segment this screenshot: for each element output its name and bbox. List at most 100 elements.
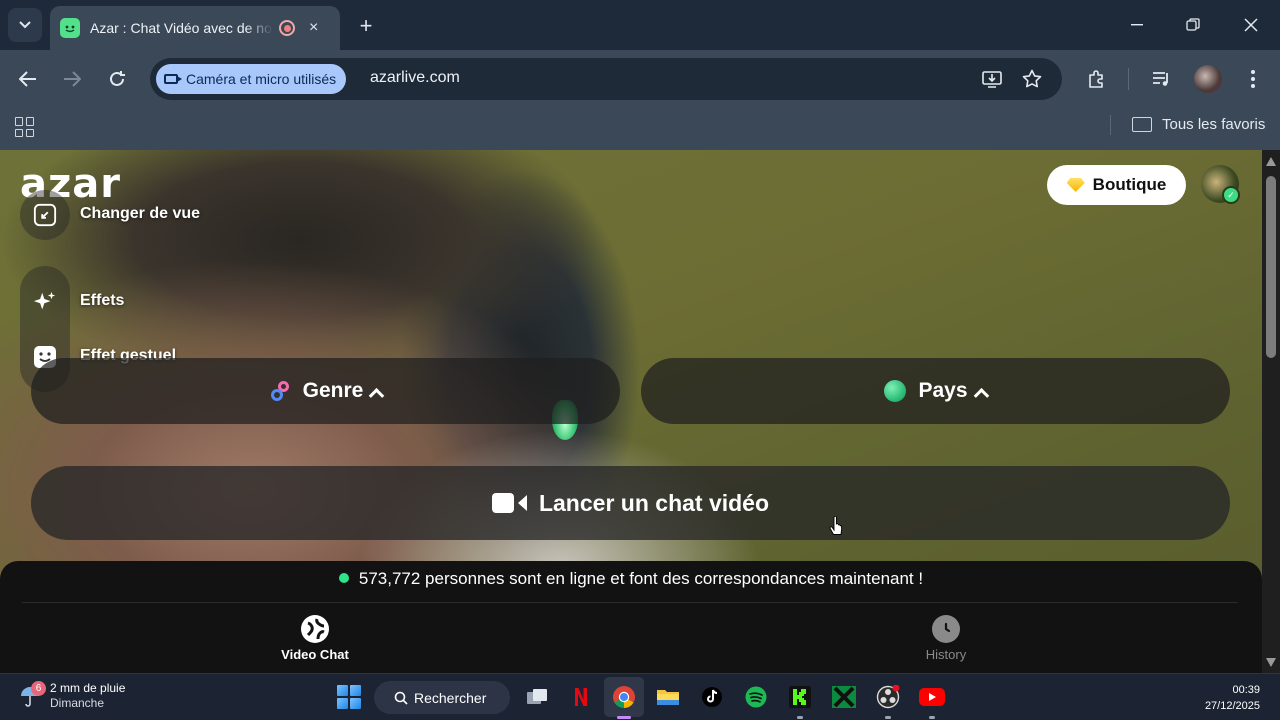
youtube-icon[interactable] xyxy=(917,682,947,712)
genre-label: Genre xyxy=(302,379,364,402)
clock-date: 27/12/2025 xyxy=(1204,700,1260,712)
nav-video-chat-label: Video Chat xyxy=(281,647,349,662)
new-tab-button[interactable]: + xyxy=(352,12,380,40)
camera-permission-chip[interactable]: Caméra et micro utilisés xyxy=(156,64,347,94)
restore-button[interactable] xyxy=(1179,12,1207,38)
obs-icon[interactable] xyxy=(873,682,903,712)
install-icon xyxy=(982,71,1002,88)
forward-button[interactable] xyxy=(57,64,87,94)
kick-icon[interactable] xyxy=(785,682,815,712)
address-bar[interactable]: Caméra et micro utilisés azarlive.com xyxy=(150,58,1062,100)
file-explorer-icon[interactable] xyxy=(653,682,683,712)
obs-running-indicator xyxy=(885,716,891,719)
online-status: 573,772 personnes sont en ligne et font … xyxy=(0,569,1262,589)
bookmarks-bar: Tous les favoris xyxy=(0,108,1280,150)
sparkle-icon[interactable] xyxy=(33,290,57,314)
diamond-icon xyxy=(1066,178,1085,192)
netflix-icon[interactable] xyxy=(566,682,596,712)
scroll-up-icon[interactable] xyxy=(1266,157,1276,166)
boutique-label: Boutique xyxy=(1092,175,1167,194)
gender-icon xyxy=(269,379,293,403)
search-icon xyxy=(394,691,408,705)
chevron-down-icon xyxy=(19,21,31,29)
genre-dropdown[interactable]: Genre xyxy=(31,358,620,424)
close-window-button[interactable] xyxy=(1237,12,1265,38)
panel-divider xyxy=(22,602,1238,603)
task-view-icon[interactable] xyxy=(522,682,552,712)
change-view-icon[interactable] xyxy=(33,203,57,227)
weather-widget[interactable]: 6 2 mm de pluie Dimanche xyxy=(18,681,125,711)
permission-chip-label: Caméra et micro utilisés xyxy=(186,71,337,87)
recording-icon xyxy=(279,20,295,36)
tab-title: Azar : Chat Vidéo avec de nouvelles pers… xyxy=(90,20,273,36)
media-controls-button[interactable] xyxy=(1147,64,1177,94)
taskbar-search[interactable]: Rechercher xyxy=(374,681,510,714)
back-button[interactable] xyxy=(13,64,43,94)
xbox-app-icon[interactable] xyxy=(829,682,859,712)
start-video-chat-button[interactable]: Lancer un chat vidéo xyxy=(31,466,1230,540)
online-count-text: 573,772 personnes sont en ligne et font … xyxy=(358,569,924,588)
browser-tab-azar[interactable]: Azar : Chat Vidéo avec de nouvelles pers… xyxy=(50,6,340,50)
page-scrollbar[interactable] xyxy=(1262,150,1280,673)
clock-icon xyxy=(932,615,960,643)
weather-alert-badge: 6 xyxy=(31,681,46,696)
browser-menu-button[interactable] xyxy=(1238,64,1268,94)
country-dropdown[interactable]: Pays xyxy=(641,358,1230,424)
azar-favicon-icon xyxy=(60,18,80,38)
kick-running-indicator xyxy=(797,716,803,719)
reload-button[interactable] xyxy=(102,64,132,94)
chevron-up-icon xyxy=(973,387,989,404)
spotify-icon[interactable] xyxy=(741,682,771,712)
close-icon xyxy=(1244,18,1258,32)
windows-start-icon[interactable] xyxy=(337,685,361,709)
minimize-button[interactable] xyxy=(1123,12,1151,38)
extensions-button[interactable] xyxy=(1082,64,1112,94)
chrome-icon[interactable] xyxy=(609,682,639,712)
puzzle-icon xyxy=(1089,70,1103,88)
nav-video-chat[interactable]: Video Chat xyxy=(260,615,370,662)
install-app-button[interactable] xyxy=(980,67,1004,91)
all-bookmarks-button[interactable]: Tous les favoris xyxy=(1132,116,1265,133)
change-view-label[interactable]: Changer de vue xyxy=(80,205,200,223)
rain-icon: 6 xyxy=(18,681,46,708)
profile-avatar[interactable] xyxy=(1194,65,1222,93)
nav-history[interactable]: History xyxy=(891,615,1001,662)
system-clock[interactable]: 00:39 27/12/2025 xyxy=(1205,682,1260,714)
video-preview: azar Boutique ✓ Changer de vue Effets Ef… xyxy=(0,150,1262,673)
playlist-icon xyxy=(1153,72,1168,86)
pays-label: Pays xyxy=(918,379,968,402)
tab-search-button[interactable] xyxy=(8,8,42,42)
all-bookmarks-label: Tous les favoris xyxy=(1162,116,1266,133)
globe-icon xyxy=(301,615,329,643)
arrow-left-icon xyxy=(19,71,36,87)
weather-day: Dimanche xyxy=(50,696,105,710)
globe-icon xyxy=(884,380,907,402)
bottom-panel: 573,772 personnes sont en ligne et font … xyxy=(0,561,1262,673)
bookmark-star-button[interactable] xyxy=(1020,67,1044,91)
effects-label[interactable]: Effets xyxy=(80,292,124,310)
tiktok-icon[interactable] xyxy=(697,682,727,712)
toolbar-divider xyxy=(1128,68,1129,90)
reload-icon xyxy=(110,71,125,86)
more-vertical-icon xyxy=(1251,70,1255,88)
verified-badge-icon: ✓ xyxy=(1222,186,1240,204)
scroll-down-icon[interactable] xyxy=(1266,658,1276,667)
search-label: Rechercher xyxy=(414,689,487,706)
scrollbar-thumb[interactable] xyxy=(1266,176,1276,358)
boutique-button[interactable]: Boutique xyxy=(1047,165,1186,205)
launch-label: Lancer un chat vidéo xyxy=(538,489,770,516)
browser-toolbar: Caméra et micro utilisés azarlive.com xyxy=(0,50,1280,108)
clock-time: 00:39 xyxy=(1232,684,1260,696)
windows-taskbar: 6 2 mm de pluie Dimanche Rechercher 00:3… xyxy=(0,673,1280,720)
hand-cursor-icon xyxy=(829,516,843,535)
chevron-up-icon xyxy=(369,387,385,404)
online-dot-icon xyxy=(338,573,349,583)
video-camera-icon xyxy=(164,74,182,84)
nav-history-label: History xyxy=(925,647,967,662)
apps-grid-icon[interactable] xyxy=(15,117,35,137)
star-icon xyxy=(1022,69,1042,88)
restore-icon xyxy=(1186,18,1200,31)
url-text[interactable]: azarlive.com xyxy=(370,69,460,87)
close-tab-button[interactable]: × xyxy=(309,19,318,37)
chrome-active-indicator xyxy=(617,716,631,719)
